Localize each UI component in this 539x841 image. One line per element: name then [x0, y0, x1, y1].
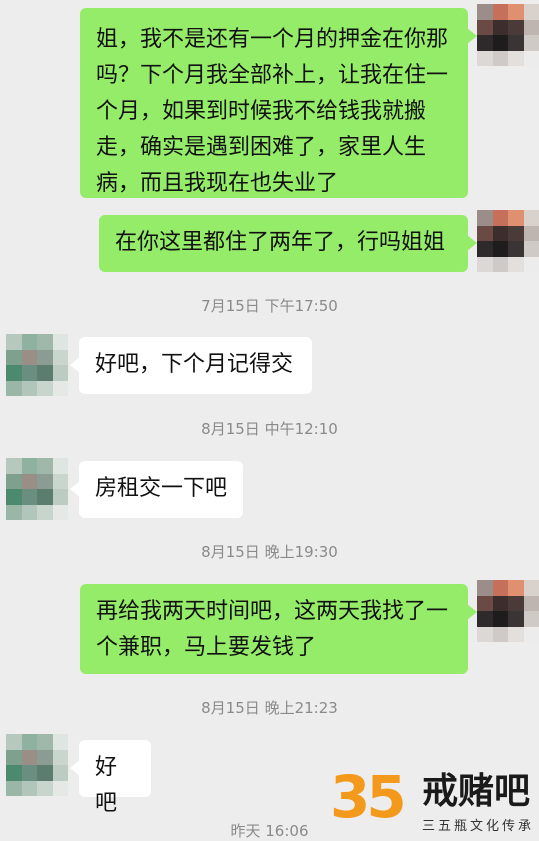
message-text: 姐，我不是还有一个月的押金在你那吗？下个月我全部补上，让我在住一个月，如果到时候…	[96, 27, 449, 196]
contact-avatar[interactable]	[6, 334, 68, 396]
self-avatar[interactable]	[477, 210, 539, 272]
contact-message-bubble[interactable]: 好吧，下个月记得交	[70, 337, 312, 394]
self-avatar[interactable]	[477, 4, 539, 66]
message-text: 好吧，下个月记得交	[95, 352, 294, 377]
message-text: 房租交一下吧	[95, 476, 228, 501]
timestamp: 8月15日 晚上21:23	[201, 699, 338, 717]
timestamp: 8月15日 晚上19:30	[201, 543, 338, 561]
message-text: 好吧	[95, 755, 118, 816]
self-message-bubble[interactable]: 再给我两天时间吧，这两天我找了一个兼职，马上要发钱了	[80, 584, 477, 674]
contact-message-bubble[interactable]: 好吧	[70, 740, 151, 816]
timestamp: 8月15日 中午12:10	[201, 420, 338, 438]
contact-avatar[interactable]	[6, 734, 68, 796]
logo-number: 35	[330, 763, 407, 831]
message-text: 再给我两天时间吧，这两天我找了一个兼职，马上要发钱了	[96, 599, 449, 660]
logo-name: 戒赌吧	[422, 771, 531, 812]
contact-avatar[interactable]	[6, 458, 68, 520]
message-text: 在你这里都住了两年了，行吗姐姐	[115, 230, 446, 255]
self-message-bubble[interactable]: 姐，我不是还有一个月的押金在你那吗？下个月我全部补上，让我在住一个月，如果到时候…	[80, 8, 477, 198]
self-message-bubble[interactable]: 在你这里都住了两年了，行吗姐姐	[99, 215, 477, 272]
self-avatar[interactable]	[477, 580, 539, 642]
contact-message-bubble[interactable]: 房租交一下吧	[70, 461, 243, 518]
timestamp: 7月15日 下午17:50	[201, 297, 338, 315]
logo-tagline: 三五瓶文化传承	[422, 819, 535, 834]
watermark-logo: 35 戒赌吧 三五瓶文化传承	[330, 765, 539, 840]
